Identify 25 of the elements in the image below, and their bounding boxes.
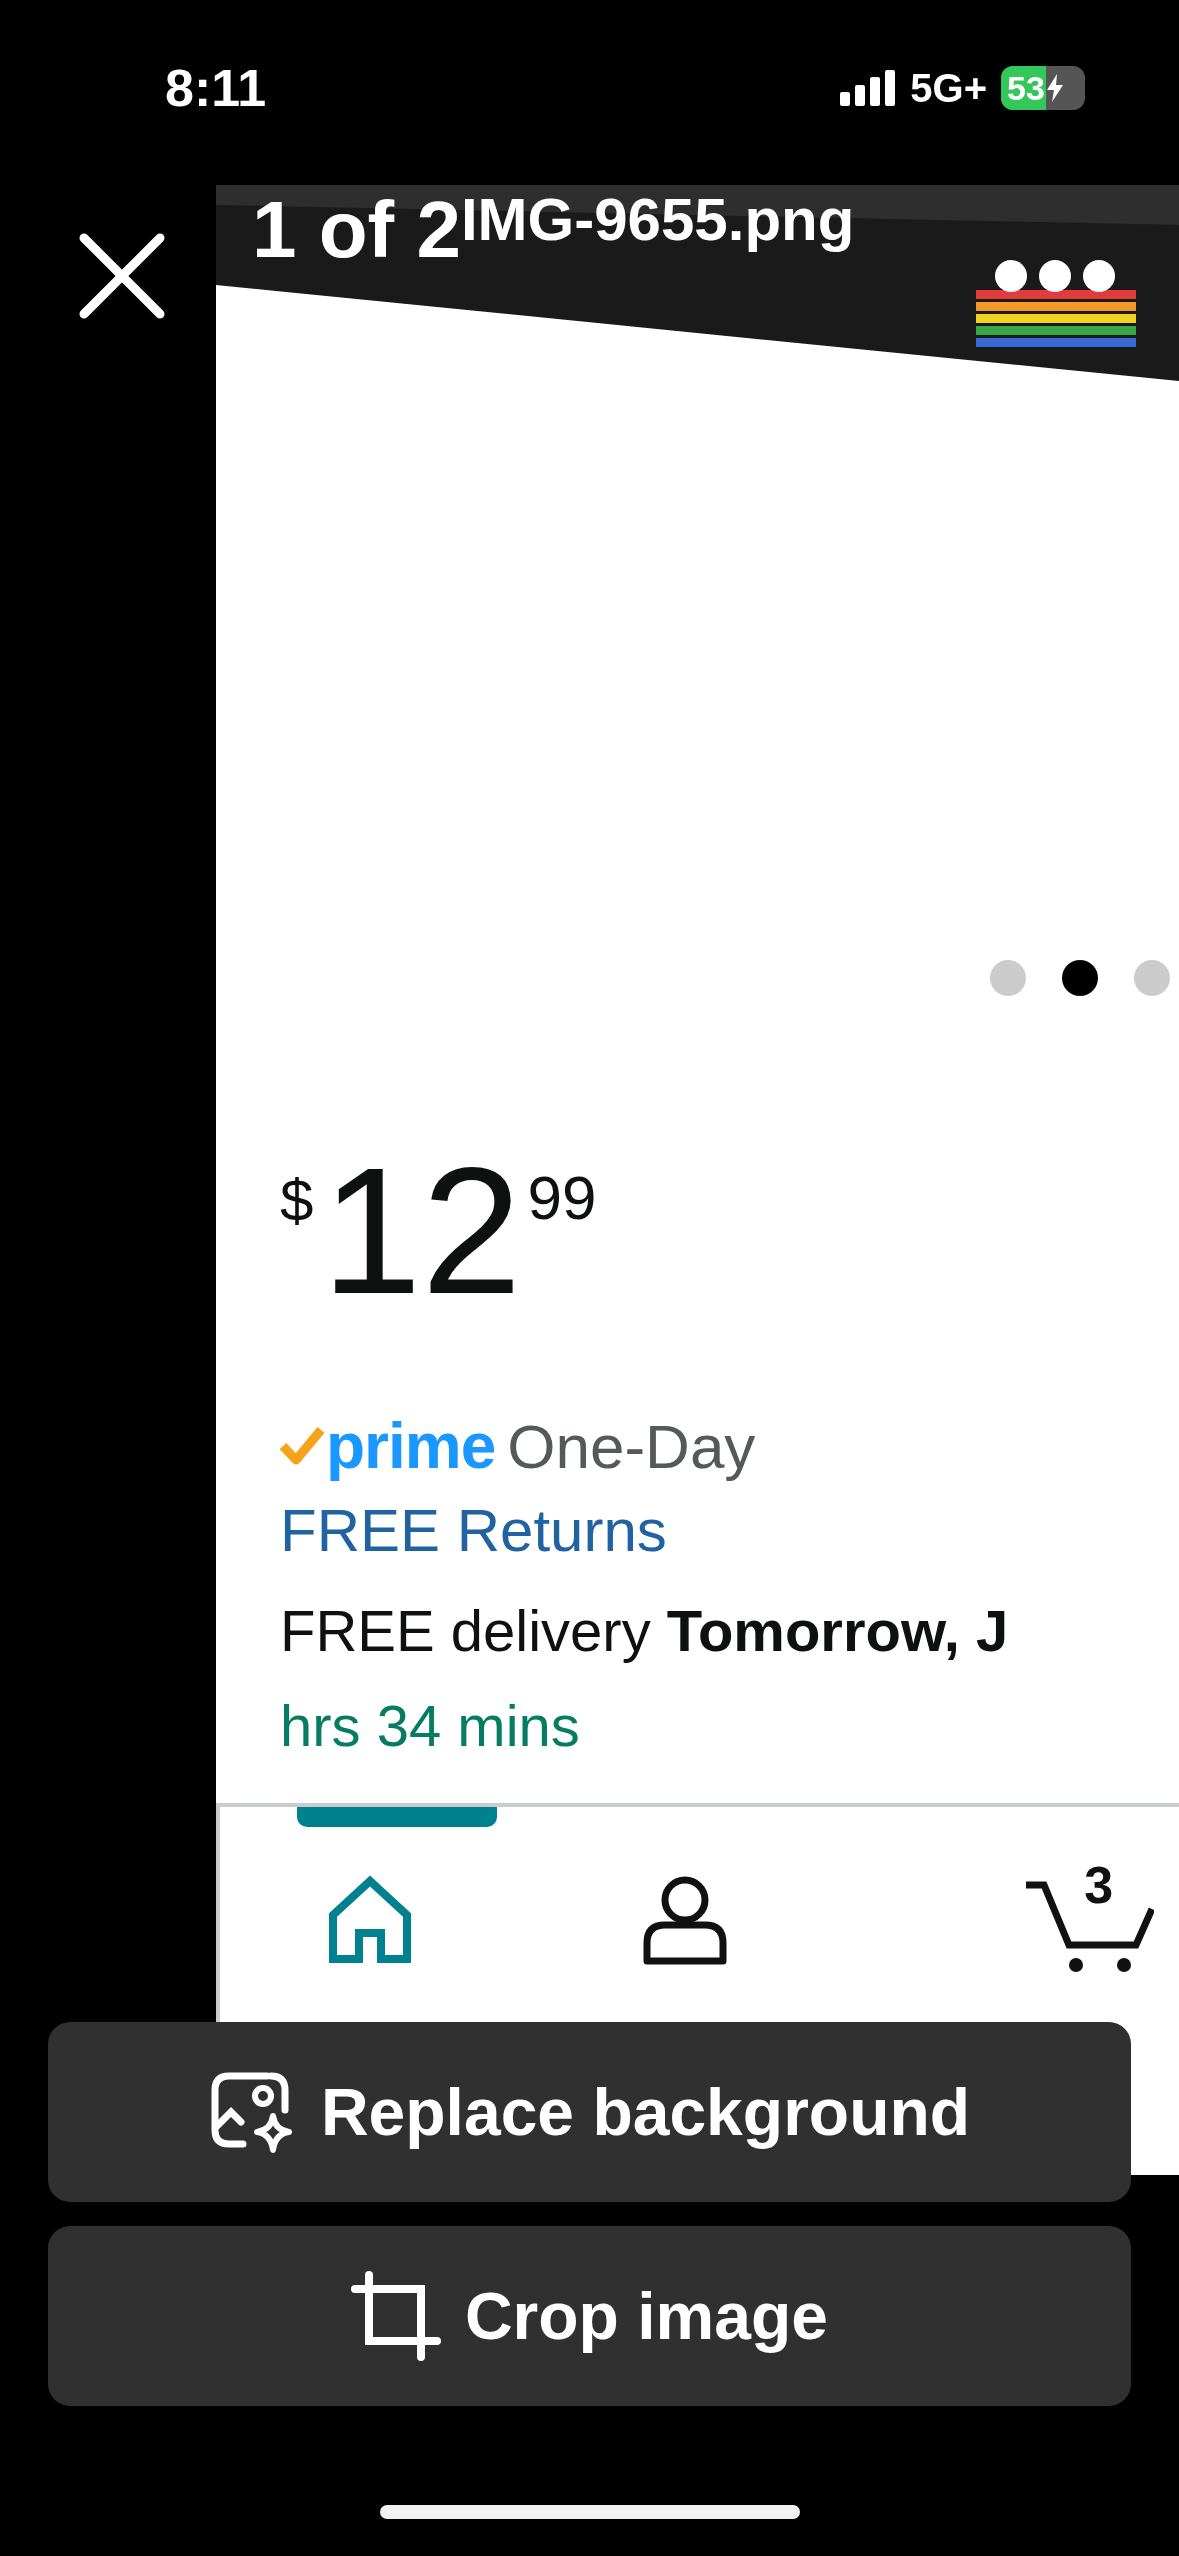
file-name: IMG-9655.png: [460, 185, 855, 255]
price-currency: $: [280, 1166, 314, 1235]
person-icon[interactable]: [642, 1875, 727, 1967]
carousel-dot[interactable]: [1062, 960, 1098, 996]
more-icon[interactable]: [993, 258, 1117, 294]
price-whole: 12: [321, 1146, 522, 1316]
free-returns-link[interactable]: FREE Returns: [216, 1486, 667, 1576]
delivery-text: FREE delivery Tomorrow, J: [279, 1597, 1009, 1665]
close-icon[interactable]: [78, 232, 166, 320]
status-time: 8:11: [165, 58, 267, 118]
image-counter: 1 of 2: [252, 185, 461, 275]
network-label: 5G+: [910, 65, 987, 111]
prime-logo: prime: [326, 1409, 496, 1483]
crop-image-button[interactable]: Crop image: [48, 2226, 1131, 2406]
signal-icon: [840, 70, 897, 106]
carousel-dot[interactable]: [990, 960, 1026, 996]
cart-count: 3: [1084, 1855, 1114, 1915]
crop-icon: [350, 2271, 441, 2361]
battery-level: 53: [1006, 68, 1045, 108]
price-fraction: 99: [527, 1162, 597, 1233]
carousel-dot[interactable]: [1134, 960, 1170, 996]
delivery-speed: One-Day: [507, 1410, 756, 1482]
replace-background-button[interactable]: Replace background: [48, 2022, 1131, 2202]
check-icon: [280, 1426, 324, 1466]
countdown-text: hrs 34 mins: [279, 1692, 580, 1760]
